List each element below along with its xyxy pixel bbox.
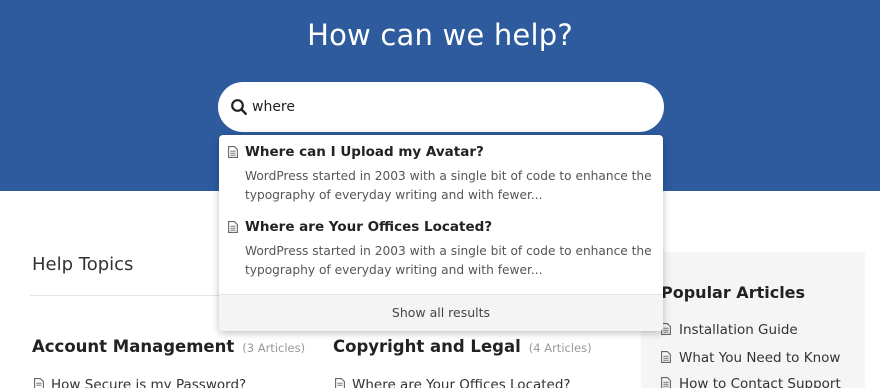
search-input[interactable] bbox=[252, 94, 632, 120]
search-box[interactable] bbox=[218, 82, 664, 132]
category-title-account-management[interactable]: Account Management (3 Articles) bbox=[32, 337, 305, 356]
category-title-text[interactable]: Account Management bbox=[32, 337, 234, 356]
document-icon bbox=[228, 221, 238, 233]
popular-article-label[interactable]: Installation Guide bbox=[679, 322, 798, 338]
popular-article-link[interactable]: How to Contact Support bbox=[661, 376, 841, 388]
category-article-link[interactable]: Where are Your Offices Located? bbox=[335, 377, 571, 388]
search-result-title[interactable]: Where are Your Offices Located? bbox=[245, 219, 492, 235]
document-icon bbox=[661, 377, 671, 388]
hero-title: How can we help? bbox=[307, 18, 573, 52]
popular-articles-panel: Popular Articles Installation Guide What… bbox=[641, 252, 865, 388]
article-link-label[interactable]: Where are Your Offices Located? bbox=[352, 377, 571, 388]
search-icon bbox=[231, 99, 248, 116]
popular-article-link[interactable]: Installation Guide bbox=[661, 322, 798, 338]
category-article-link[interactable]: How Secure is my Password? bbox=[34, 377, 246, 388]
category-title-text[interactable]: Copyright and Legal bbox=[333, 337, 521, 356]
popular-article-label[interactable]: What You Need to Know bbox=[679, 350, 840, 366]
search-result-title[interactable]: Where can I Upload my Avatar? bbox=[245, 144, 484, 160]
search-result-excerpt: WordPress started in 2003 with a single … bbox=[245, 169, 652, 202]
popular-article-link[interactable]: What You Need to Know bbox=[661, 350, 840, 366]
category-title-copyright-and-legal[interactable]: Copyright and Legal (4 Articles) bbox=[333, 337, 592, 356]
document-icon bbox=[335, 378, 345, 388]
help-topics-heading: Help Topics bbox=[32, 254, 134, 275]
search-result-excerpt: WordPress started in 2003 with a single … bbox=[245, 244, 652, 277]
search-result-item[interactable]: Where can I Upload my Avatar? WordPress … bbox=[219, 143, 663, 215]
search-results-dropdown: Where can I Upload my Avatar? WordPress … bbox=[219, 135, 663, 331]
document-icon bbox=[34, 378, 44, 388]
popular-article-label[interactable]: How to Contact Support bbox=[679, 376, 841, 388]
article-link-label[interactable]: How Secure is my Password? bbox=[51, 377, 246, 388]
category-article-count: (4 Articles) bbox=[528, 341, 592, 355]
popular-articles-heading: Popular Articles bbox=[661, 283, 806, 302]
show-all-results-button[interactable]: Show all results bbox=[219, 294, 663, 331]
search-result-item[interactable]: Where are Your Offices Located? WordPres… bbox=[219, 218, 663, 290]
document-icon bbox=[661, 351, 671, 363]
category-article-count: (3 Articles) bbox=[242, 341, 306, 355]
document-icon bbox=[228, 146, 238, 158]
